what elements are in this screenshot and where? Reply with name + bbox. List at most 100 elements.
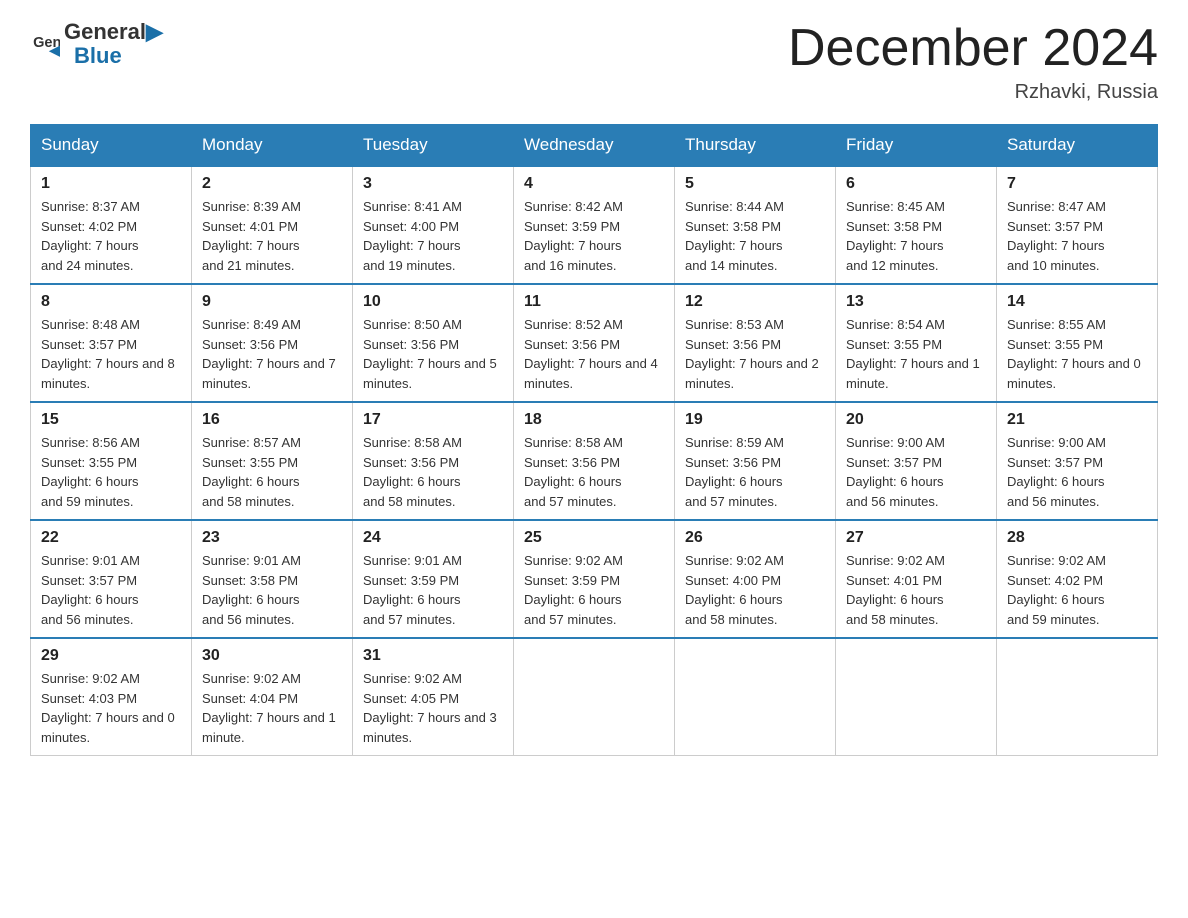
week-row-1: 1 Sunrise: 8:37 AM Sunset: 4:02 PM Dayli… xyxy=(31,166,1158,284)
day-info: Sunrise: 9:02 AM Sunset: 3:59 PM Dayligh… xyxy=(524,551,664,629)
day-number: 20 xyxy=(846,411,986,429)
day-info: Sunrise: 8:56 AM Sunset: 3:55 PM Dayligh… xyxy=(41,433,181,511)
table-row: 29 Sunrise: 9:02 AM Sunset: 4:03 PM Dayl… xyxy=(31,638,192,756)
day-info: Sunrise: 9:02 AM Sunset: 4:03 PM Dayligh… xyxy=(41,669,181,747)
col-sunday: Sunday xyxy=(31,125,192,167)
week-row-2: 8 Sunrise: 8:48 AM Sunset: 3:57 PM Dayli… xyxy=(31,284,1158,402)
location: Rzhavki, Russia xyxy=(788,81,1158,104)
day-number: 24 xyxy=(363,529,503,547)
day-info: Sunrise: 8:37 AM Sunset: 4:02 PM Dayligh… xyxy=(41,197,181,275)
day-info: Sunrise: 8:39 AM Sunset: 4:01 PM Dayligh… xyxy=(202,197,342,275)
calendar-header-row: Sunday Monday Tuesday Wednesday Thursday… xyxy=(31,125,1158,167)
day-info: Sunrise: 8:41 AM Sunset: 4:00 PM Dayligh… xyxy=(363,197,503,275)
day-number: 21 xyxy=(1007,411,1147,429)
table-row: 9 Sunrise: 8:49 AM Sunset: 3:56 PM Dayli… xyxy=(192,284,353,402)
day-number: 10 xyxy=(363,293,503,311)
day-number: 14 xyxy=(1007,293,1147,311)
table-row: 15 Sunrise: 8:56 AM Sunset: 3:55 PM Dayl… xyxy=(31,402,192,520)
day-info: Sunrise: 9:00 AM Sunset: 3:57 PM Dayligh… xyxy=(846,433,986,511)
day-number: 19 xyxy=(685,411,825,429)
day-info: Sunrise: 9:02 AM Sunset: 4:00 PM Dayligh… xyxy=(685,551,825,629)
day-info: Sunrise: 8:58 AM Sunset: 3:56 PM Dayligh… xyxy=(363,433,503,511)
day-number: 17 xyxy=(363,411,503,429)
day-number: 7 xyxy=(1007,175,1147,193)
week-row-4: 22 Sunrise: 9:01 AM Sunset: 3:57 PM Dayl… xyxy=(31,520,1158,638)
day-info: Sunrise: 8:48 AM Sunset: 3:57 PM Dayligh… xyxy=(41,315,181,393)
table-row: 3 Sunrise: 8:41 AM Sunset: 4:00 PM Dayli… xyxy=(353,166,514,284)
table-row: 28 Sunrise: 9:02 AM Sunset: 4:02 PM Dayl… xyxy=(997,520,1158,638)
day-info: Sunrise: 9:01 AM Sunset: 3:59 PM Dayligh… xyxy=(363,551,503,629)
col-friday: Friday xyxy=(836,125,997,167)
title-block: December 2024 Rzhavki, Russia xyxy=(788,20,1158,104)
day-number: 8 xyxy=(41,293,181,311)
day-info: Sunrise: 9:02 AM Sunset: 4:04 PM Dayligh… xyxy=(202,669,342,747)
table-row: 21 Sunrise: 9:00 AM Sunset: 3:57 PM Dayl… xyxy=(997,402,1158,520)
table-row: 27 Sunrise: 9:02 AM Sunset: 4:01 PM Dayl… xyxy=(836,520,997,638)
table-row xyxy=(514,638,675,756)
day-number: 31 xyxy=(363,647,503,665)
table-row: 22 Sunrise: 9:01 AM Sunset: 3:57 PM Dayl… xyxy=(31,520,192,638)
table-row: 10 Sunrise: 8:50 AM Sunset: 3:56 PM Dayl… xyxy=(353,284,514,402)
day-info: Sunrise: 8:44 AM Sunset: 3:58 PM Dayligh… xyxy=(685,197,825,275)
day-number: 13 xyxy=(846,293,986,311)
logo: General General▶ Blue xyxy=(30,20,163,68)
table-row: 8 Sunrise: 8:48 AM Sunset: 3:57 PM Dayli… xyxy=(31,284,192,402)
day-number: 15 xyxy=(41,411,181,429)
day-info: Sunrise: 8:42 AM Sunset: 3:59 PM Dayligh… xyxy=(524,197,664,275)
table-row xyxy=(675,638,836,756)
table-row: 23 Sunrise: 9:01 AM Sunset: 3:58 PM Dayl… xyxy=(192,520,353,638)
table-row: 11 Sunrise: 8:52 AM Sunset: 3:56 PM Dayl… xyxy=(514,284,675,402)
col-thursday: Thursday xyxy=(675,125,836,167)
calendar-table: Sunday Monday Tuesday Wednesday Thursday… xyxy=(30,124,1158,756)
day-info: Sunrise: 8:53 AM Sunset: 3:56 PM Dayligh… xyxy=(685,315,825,393)
col-saturday: Saturday xyxy=(997,125,1158,167)
table-row: 24 Sunrise: 9:01 AM Sunset: 3:59 PM Dayl… xyxy=(353,520,514,638)
table-row: 19 Sunrise: 8:59 AM Sunset: 3:56 PM Dayl… xyxy=(675,402,836,520)
day-number: 1 xyxy=(41,175,181,193)
week-row-3: 15 Sunrise: 8:56 AM Sunset: 3:55 PM Dayl… xyxy=(31,402,1158,520)
col-wednesday: Wednesday xyxy=(514,125,675,167)
day-number: 27 xyxy=(846,529,986,547)
day-info: Sunrise: 8:55 AM Sunset: 3:55 PM Dayligh… xyxy=(1007,315,1147,393)
day-info: Sunrise: 8:57 AM Sunset: 3:55 PM Dayligh… xyxy=(202,433,342,511)
day-number: 29 xyxy=(41,647,181,665)
day-info: Sunrise: 8:59 AM Sunset: 3:56 PM Dayligh… xyxy=(685,433,825,511)
table-row: 4 Sunrise: 8:42 AM Sunset: 3:59 PM Dayli… xyxy=(514,166,675,284)
table-row: 6 Sunrise: 8:45 AM Sunset: 3:58 PM Dayli… xyxy=(836,166,997,284)
day-number: 25 xyxy=(524,529,664,547)
day-info: Sunrise: 8:50 AM Sunset: 3:56 PM Dayligh… xyxy=(363,315,503,393)
day-number: 23 xyxy=(202,529,342,547)
day-number: 30 xyxy=(202,647,342,665)
day-info: Sunrise: 8:54 AM Sunset: 3:55 PM Dayligh… xyxy=(846,315,986,393)
col-tuesday: Tuesday xyxy=(353,125,514,167)
table-row: 16 Sunrise: 8:57 AM Sunset: 3:55 PM Dayl… xyxy=(192,402,353,520)
day-number: 3 xyxy=(363,175,503,193)
day-info: Sunrise: 9:00 AM Sunset: 3:57 PM Dayligh… xyxy=(1007,433,1147,511)
table-row: 17 Sunrise: 8:58 AM Sunset: 3:56 PM Dayl… xyxy=(353,402,514,520)
page-header: General General▶ Blue December 2024 Rzha… xyxy=(30,20,1158,104)
table-row: 12 Sunrise: 8:53 AM Sunset: 3:56 PM Dayl… xyxy=(675,284,836,402)
day-number: 5 xyxy=(685,175,825,193)
day-number: 26 xyxy=(685,529,825,547)
table-row: 25 Sunrise: 9:02 AM Sunset: 3:59 PM Dayl… xyxy=(514,520,675,638)
table-row: 13 Sunrise: 8:54 AM Sunset: 3:55 PM Dayl… xyxy=(836,284,997,402)
table-row xyxy=(836,638,997,756)
day-info: Sunrise: 9:02 AM Sunset: 4:02 PM Dayligh… xyxy=(1007,551,1147,629)
table-row: 20 Sunrise: 9:00 AM Sunset: 3:57 PM Dayl… xyxy=(836,402,997,520)
day-info: Sunrise: 9:01 AM Sunset: 3:57 PM Dayligh… xyxy=(41,551,181,629)
day-number: 11 xyxy=(524,293,664,311)
day-number: 22 xyxy=(41,529,181,547)
day-number: 28 xyxy=(1007,529,1147,547)
col-monday: Monday xyxy=(192,125,353,167)
day-info: Sunrise: 8:49 AM Sunset: 3:56 PM Dayligh… xyxy=(202,315,342,393)
logo-icon: General xyxy=(32,30,60,58)
week-row-5: 29 Sunrise: 9:02 AM Sunset: 4:03 PM Dayl… xyxy=(31,638,1158,756)
day-info: Sunrise: 8:58 AM Sunset: 3:56 PM Dayligh… xyxy=(524,433,664,511)
table-row: 7 Sunrise: 8:47 AM Sunset: 3:57 PM Dayli… xyxy=(997,166,1158,284)
table-row: 2 Sunrise: 8:39 AM Sunset: 4:01 PM Dayli… xyxy=(192,166,353,284)
day-number: 18 xyxy=(524,411,664,429)
day-number: 6 xyxy=(846,175,986,193)
table-row: 31 Sunrise: 9:02 AM Sunset: 4:05 PM Dayl… xyxy=(353,638,514,756)
day-number: 2 xyxy=(202,175,342,193)
day-info: Sunrise: 9:01 AM Sunset: 3:58 PM Dayligh… xyxy=(202,551,342,629)
